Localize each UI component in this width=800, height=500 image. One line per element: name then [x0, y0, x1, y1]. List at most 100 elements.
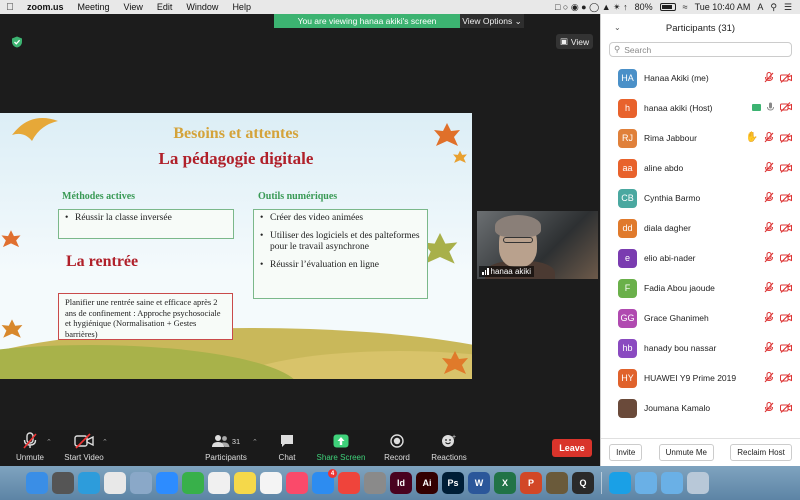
- shield-icon[interactable]: [11, 36, 23, 48]
- powerpoint-icon[interactable]: P: [520, 472, 542, 494]
- right-item: Réussir l’évaluation en ligne: [260, 260, 421, 271]
- unmute-me-button[interactable]: Unmute Me: [658, 444, 714, 461]
- leave-button[interactable]: Leave: [552, 439, 592, 457]
- participant-row[interactable]: h hanaa akiki (Host): [601, 93, 800, 123]
- powerpoint-label: P: [527, 478, 534, 488]
- app-store-icon[interactable]: [312, 469, 337, 494]
- chat-button[interactable]: Chat: [257, 432, 317, 462]
- avatar: dd: [618, 218, 637, 238]
- menu-view[interactable]: View: [117, 2, 150, 12]
- word-icon[interactable]: W: [468, 472, 490, 494]
- game-icon[interactable]: [546, 472, 568, 494]
- start-video-button[interactable]: Start Video: [54, 432, 114, 462]
- participant-name: hanady bou nassar: [644, 343, 717, 353]
- participant-status-icons: [764, 222, 792, 233]
- downloads-icon[interactable]: [661, 472, 683, 494]
- video-options-chevron-icon[interactable]: ⌃: [102, 438, 108, 446]
- reclaim-host-button[interactable]: Reclaim Host: [730, 444, 792, 461]
- participant-status-icons: [764, 312, 792, 323]
- music-icon[interactable]: [286, 472, 308, 494]
- finder-icon[interactable]: [26, 472, 48, 494]
- system-preferences-icon[interactable]: [364, 472, 386, 494]
- participant-row[interactable]: CB Cynthia Barmo: [601, 183, 800, 213]
- apple-icon[interactable]: : [0, 2, 20, 13]
- participant-row[interactable]: e elio abi-nader: [601, 243, 800, 273]
- reactions-button[interactable]: + Reactions: [419, 432, 479, 462]
- muted-mic-icon: [764, 282, 774, 293]
- excel-label: X: [501, 478, 508, 488]
- unmute-button[interactable]: Unmute: [0, 432, 60, 462]
- invite-button[interactable]: Invite: [609, 444, 643, 461]
- excel-icon[interactable]: X: [494, 472, 516, 494]
- participant-name: elio abi-nader: [644, 253, 696, 263]
- anydesk-icon[interactable]: [338, 472, 360, 494]
- control-center-icon[interactable]: ☰: [784, 2, 792, 13]
- participant-row[interactable]: dd diala dagher: [601, 213, 800, 243]
- audio-options-chevron-icon[interactable]: ⌃: [46, 438, 52, 446]
- video-off-icon: [780, 162, 792, 173]
- zoom-icon[interactable]: [156, 472, 178, 494]
- participant-status-icons: [764, 282, 792, 293]
- launchpad-icon[interactable]: [52, 472, 74, 494]
- participant-row[interactable]: aa aline abdo: [601, 153, 800, 183]
- photoshop-icon[interactable]: Ps: [442, 472, 464, 494]
- video-off-icon: [780, 402, 792, 413]
- search-placeholder: Search: [624, 44, 652, 55]
- video-off-icon: [780, 342, 792, 353]
- folder-icon[interactable]: [635, 472, 657, 494]
- menu-edit[interactable]: Edit: [150, 2, 180, 12]
- quicktime-label: Q: [579, 478, 587, 488]
- wifi-icon[interactable]: ≈: [683, 2, 688, 12]
- participant-name: HUAWEI Y9 Prime 2019: [644, 373, 737, 383]
- illustrator-icon[interactable]: Ai: [416, 472, 438, 494]
- participant-status-icons: [764, 252, 792, 263]
- indesign-label: Id: [397, 478, 405, 488]
- right-heading: Outils numériques: [258, 191, 338, 202]
- participant-video[interactable]: hanaa akiki: [477, 211, 598, 279]
- avatar: e: [618, 248, 637, 268]
- collapse-chevron-icon[interactable]: ⌄: [614, 23, 621, 32]
- participant-status-icons: ✋: [746, 132, 792, 143]
- clock[interactable]: Tue 10:40 AM: [695, 2, 751, 12]
- chrome-icon[interactable]: [104, 472, 126, 494]
- reminders-icon[interactable]: [260, 472, 282, 494]
- slide-title: Besoins et attentes: [173, 125, 299, 142]
- share-screen-button[interactable]: Share Screen: [311, 432, 371, 462]
- menu-window[interactable]: Window: [179, 2, 225, 12]
- trash-icon[interactable]: [687, 472, 709, 494]
- quicktime-icon[interactable]: Q: [572, 472, 594, 494]
- notes-icon[interactable]: [234, 472, 256, 494]
- participant-row[interactable]: HY HUAWEI Y9 Prime 2019: [601, 363, 800, 393]
- preview-icon[interactable]: [130, 472, 152, 494]
- facetime-icon[interactable]: [182, 472, 204, 494]
- view-button[interactable]: ▣ View: [556, 34, 593, 49]
- input-source-icon[interactable]: A: [757, 2, 763, 12]
- participant-row[interactable]: RJ Rima Jabbour ✋: [601, 123, 800, 153]
- participant-row[interactable]: HA Hanaa Akiki (me): [601, 63, 800, 93]
- muted-mic-icon: [764, 192, 774, 203]
- photos-icon[interactable]: [208, 472, 230, 494]
- battery-icon[interactable]: [659, 3, 676, 11]
- participant-row[interactable]: F Fadia Abou jaoude: [601, 273, 800, 303]
- chat-icon: [281, 435, 293, 447]
- participant-row[interactable]: Joumana Kamalo: [601, 393, 800, 423]
- search-input[interactable]: ⚲ Search: [609, 42, 792, 57]
- safari-icon[interactable]: [78, 472, 100, 494]
- participant-name: Grace Ghanimeh: [644, 313, 709, 323]
- menu-meeting[interactable]: Meeting: [71, 2, 117, 12]
- menu-app[interactable]: zoom.us: [20, 2, 71, 12]
- participant-row[interactable]: GG Grace Ghanimeh: [601, 303, 800, 333]
- participant-status-icons: [764, 342, 792, 353]
- accessibility-icon[interactable]: [609, 472, 631, 494]
- indesign-icon[interactable]: Id: [390, 472, 412, 494]
- status-icons[interactable]: □ ○ ◉ ● ◯ ▲ ✴ ↑: [555, 2, 628, 13]
- right-box: Créer des video animées Utiliser des log…: [253, 209, 428, 299]
- participant-row[interactable]: hb hanady bou nassar: [601, 333, 800, 363]
- record-button[interactable]: Record: [367, 432, 427, 462]
- spotlight-icon[interactable]: ⚲: [770, 2, 777, 13]
- view-options-button[interactable]: View Options ⌄: [460, 14, 524, 28]
- menu-help[interactable]: Help: [225, 2, 258, 12]
- participants-button[interactable]: 31 Participants: [196, 432, 256, 462]
- raised-hand-icon: ✋: [745, 132, 758, 143]
- avatar: aa: [618, 158, 637, 178]
